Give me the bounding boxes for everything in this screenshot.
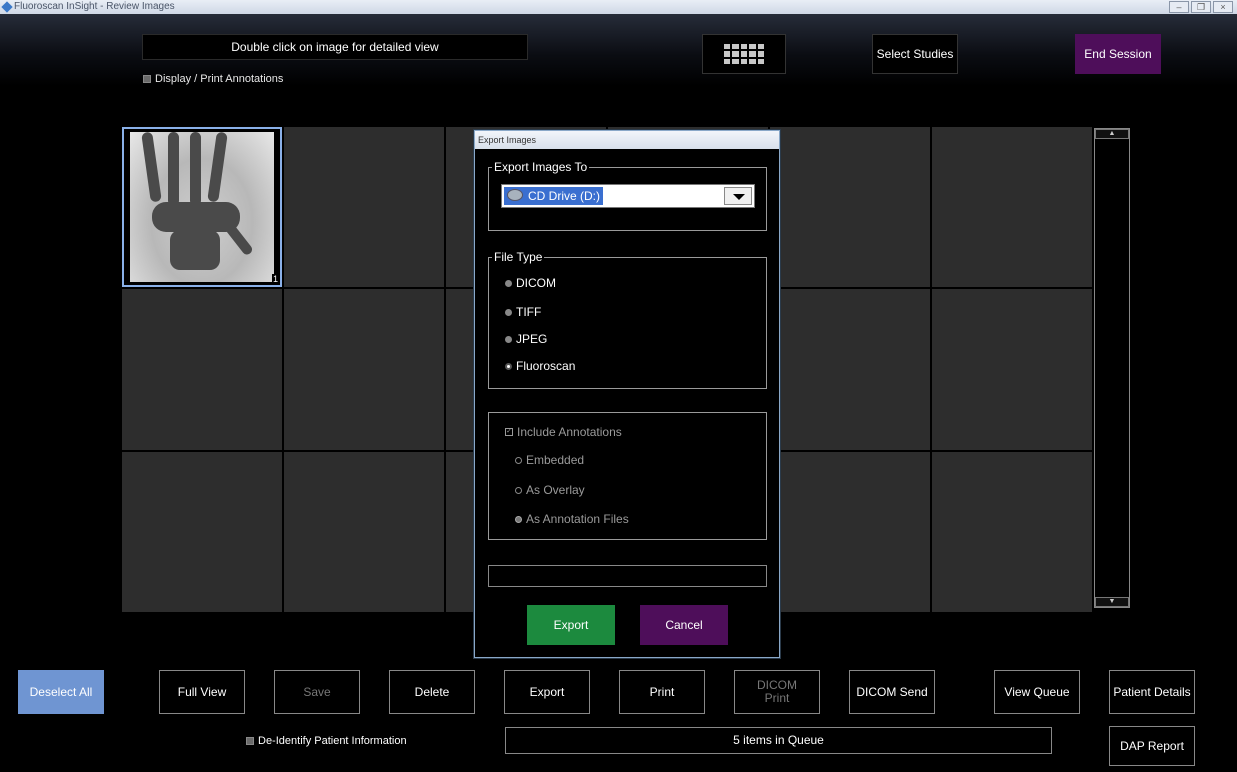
empty-image-slot[interactable] xyxy=(284,451,444,612)
include-annotations-checkbox[interactable]: ✓ Include Annotations xyxy=(505,425,622,439)
instruction-banner: Double click on image for detailed view xyxy=(142,34,528,60)
dap-report-button[interactable]: DAP Report xyxy=(1109,726,1195,766)
file-type-group: File Type DICOM TIFF JPEG Fluoroscan xyxy=(488,250,767,389)
radio-icon xyxy=(505,335,512,343)
scroll-down-icon[interactable]: ▼ xyxy=(1095,597,1129,607)
annotation-mode-label: As Annotation Files xyxy=(526,512,629,526)
dialog-title: Export Images xyxy=(475,131,779,149)
file-type-fluoroscan-radio[interactable]: Fluoroscan xyxy=(505,359,575,373)
display-print-annotations-checkbox[interactable]: Display / Print Annotations xyxy=(143,73,283,85)
grid-scrollbar[interactable]: ▲ ▼ xyxy=(1094,128,1130,608)
file-type-label: JPEG xyxy=(516,332,548,346)
annotations-group: ✓ Include Annotations Embedded As Overla… xyxy=(488,412,767,540)
dicom-send-button[interactable]: DICOM Send xyxy=(849,670,935,714)
restore-icon[interactable]: ❐ xyxy=(1191,1,1211,13)
annotation-mode-label: As Overlay xyxy=(526,483,585,497)
full-view-button[interactable]: Full View xyxy=(159,670,245,714)
file-type-jpeg-radio[interactable]: JPEG xyxy=(505,332,547,346)
export-to-group: Export Images To CD Drive (D:) xyxy=(488,160,767,231)
minimize-icon[interactable]: – xyxy=(1169,1,1189,13)
save-button[interactable]: Save xyxy=(274,670,360,714)
window-title: Fluoroscan InSight - Review Images xyxy=(14,1,175,12)
hand-xray-image xyxy=(130,132,274,283)
patient-details-button[interactable]: Patient Details xyxy=(1109,670,1195,714)
annotation-overlay-radio[interactable]: As Overlay xyxy=(515,483,585,497)
close-icon[interactable]: × xyxy=(1213,1,1233,13)
empty-image-slot[interactable] xyxy=(770,127,930,288)
queue-status-field: 5 items in Queue xyxy=(505,727,1052,754)
checkbox-icon: ✓ xyxy=(505,428,513,436)
dialog-cancel-button[interactable]: Cancel xyxy=(640,605,728,645)
file-type-label: Fluoroscan xyxy=(516,359,576,373)
dialog-export-button[interactable]: Export xyxy=(527,605,615,645)
dicom-print-label-line2: Print xyxy=(764,691,790,705)
deidentify-checkbox[interactable]: De-Identify Patient Information xyxy=(246,735,407,747)
annotation-files-radio[interactable]: As Annotation Files xyxy=(515,512,629,526)
checkbox-icon xyxy=(143,75,151,83)
empty-image-slot[interactable] xyxy=(932,451,1092,612)
window-titlebar: Fluoroscan InSight - Review Images – ❐ × xyxy=(0,0,1237,14)
export-to-legend: Export Images To xyxy=(492,160,590,174)
file-type-legend: File Type xyxy=(492,250,545,264)
dicom-print-button[interactable]: DICOM Print xyxy=(734,670,820,714)
empty-image-slot[interactable] xyxy=(932,127,1092,288)
empty-image-slot[interactable] xyxy=(284,127,444,288)
deidentify-label: De-Identify Patient Information xyxy=(258,735,407,747)
file-type-tiff-radio[interactable]: TIFF xyxy=(505,305,541,319)
radio-icon xyxy=(505,279,512,287)
grid-layout-button[interactable] xyxy=(702,34,786,74)
empty-image-slot[interactable] xyxy=(122,451,282,612)
empty-image-slot[interactable] xyxy=(770,451,930,612)
scroll-up-icon[interactable]: ▲ xyxy=(1095,129,1129,139)
radio-selected-icon xyxy=(505,362,512,370)
view-queue-button[interactable]: View Queue xyxy=(994,670,1080,714)
display-print-annotations-label: Display / Print Annotations xyxy=(155,73,284,85)
radio-icon xyxy=(515,456,522,464)
export-button[interactable]: Export xyxy=(504,670,590,714)
checkbox-icon xyxy=(246,737,254,745)
export-progress-bar xyxy=(488,565,767,587)
window-controls: – ❐ × xyxy=(1169,1,1233,13)
file-type-label: TIFF xyxy=(516,305,542,319)
select-studies-button[interactable]: Select Studies xyxy=(872,34,958,74)
cd-drive-icon xyxy=(507,189,523,201)
empty-image-slot[interactable] xyxy=(122,289,282,450)
empty-image-slot[interactable] xyxy=(770,289,930,450)
annotation-embedded-radio[interactable]: Embedded xyxy=(515,453,584,467)
file-type-label: DICOM xyxy=(516,276,556,290)
print-button[interactable]: Print xyxy=(619,670,705,714)
end-session-button[interactable]: End Session xyxy=(1075,34,1161,74)
annotation-mode-label: Embedded xyxy=(526,453,585,467)
empty-image-slot[interactable] xyxy=(932,289,1092,450)
radio-selected-icon xyxy=(515,515,522,523)
grid-layout-icon xyxy=(724,44,764,64)
image-thumbnail[interactable]: 1 xyxy=(122,127,282,288)
export-images-dialog: Export Images Export Images To CD Drive … xyxy=(474,130,780,658)
deselect-all-button[interactable]: Deselect All xyxy=(18,670,104,714)
radio-icon xyxy=(505,308,512,316)
chevron-down-icon[interactable] xyxy=(724,187,752,205)
radio-icon xyxy=(515,486,522,494)
export-destination-dropdown[interactable]: CD Drive (D:) xyxy=(501,184,755,208)
delete-button[interactable]: Delete xyxy=(389,670,475,714)
include-annotations-label: Include Annotations xyxy=(517,425,622,439)
app-icon xyxy=(1,1,13,13)
drive-label: CD Drive (D:) xyxy=(528,189,600,203)
empty-image-slot[interactable] xyxy=(284,289,444,450)
export-destination-selected: CD Drive (D:) xyxy=(504,187,603,205)
image-index-badge: 1 xyxy=(271,274,279,285)
file-type-dicom-radio[interactable]: DICOM xyxy=(505,276,556,290)
